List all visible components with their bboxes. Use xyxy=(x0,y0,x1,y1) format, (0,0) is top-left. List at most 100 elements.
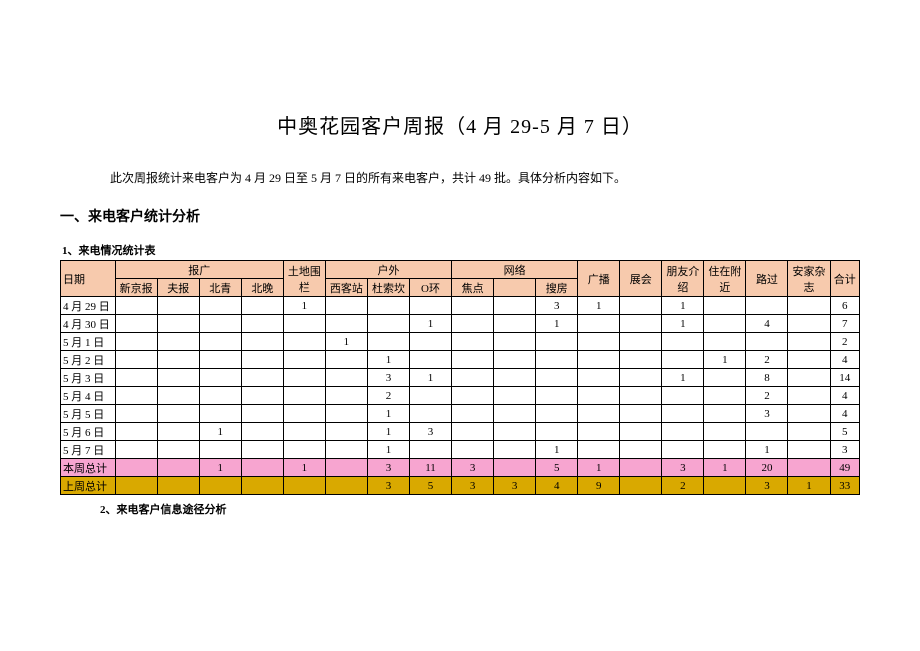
cell xyxy=(746,423,788,441)
cell xyxy=(157,423,199,441)
cell: 1 xyxy=(409,315,451,333)
cell: 1 xyxy=(662,315,704,333)
cell xyxy=(199,351,241,369)
cell: 1 xyxy=(746,441,788,459)
cell xyxy=(788,459,830,477)
cell xyxy=(241,351,283,369)
cell xyxy=(452,315,494,333)
cell: 4 xyxy=(746,315,788,333)
cell xyxy=(157,369,199,387)
cell: 8 xyxy=(746,369,788,387)
cell xyxy=(662,351,704,369)
cell xyxy=(115,387,157,405)
col-soufang: 搜房 xyxy=(536,279,578,297)
cell xyxy=(283,351,325,369)
cell: 33 xyxy=(830,477,859,495)
col-tudi: 土地围栏 xyxy=(283,261,325,297)
cell: 14 xyxy=(830,369,859,387)
cell xyxy=(325,387,367,405)
statistics-table: 日期 报广 土地围栏 户外 网络 广播 展会 朋友介绍 住在附近 路过 安家杂志… xyxy=(60,260,860,495)
cell xyxy=(494,441,536,459)
cell: 3 xyxy=(662,459,704,477)
table-row: 5 月 4 日224 xyxy=(61,387,860,405)
cell xyxy=(662,441,704,459)
cell: 1 xyxy=(199,459,241,477)
cell: 7 xyxy=(830,315,859,333)
cell xyxy=(409,351,451,369)
cell xyxy=(788,315,830,333)
cell xyxy=(452,369,494,387)
cell xyxy=(325,405,367,423)
cell xyxy=(409,441,451,459)
row-date: 上周总计 xyxy=(61,477,116,495)
sub-1-heading: 1、来电情况统计表 xyxy=(62,242,860,258)
cell xyxy=(283,333,325,351)
cell: 3 xyxy=(746,405,788,423)
cell: 1 xyxy=(367,351,409,369)
col-pengyou: 朋友介绍 xyxy=(662,261,704,297)
cell xyxy=(157,297,199,315)
cell: 1 xyxy=(578,459,620,477)
cell: 2 xyxy=(746,351,788,369)
cell: 1 xyxy=(536,315,578,333)
cell xyxy=(578,369,620,387)
cell xyxy=(620,477,662,495)
cell xyxy=(199,477,241,495)
cell xyxy=(704,441,746,459)
cell xyxy=(409,405,451,423)
intro-paragraph: 此次周报统计来电客户为 4 月 29 日至 5 月 7 日的所有来电客户，共计 … xyxy=(110,169,860,186)
cell xyxy=(536,423,578,441)
cell xyxy=(788,297,830,315)
col-date: 日期 xyxy=(61,261,116,297)
col-beiwan: 北晚 xyxy=(241,279,283,297)
cell xyxy=(704,333,746,351)
cell xyxy=(452,387,494,405)
cell xyxy=(157,387,199,405)
cell xyxy=(452,351,494,369)
cell xyxy=(283,477,325,495)
cell xyxy=(578,333,620,351)
cell xyxy=(115,423,157,441)
cell xyxy=(704,387,746,405)
section-1-heading: 一、来电客户统计分析 xyxy=(60,206,860,226)
cell xyxy=(704,369,746,387)
cell xyxy=(620,387,662,405)
cell: 1 xyxy=(704,459,746,477)
cell: 11 xyxy=(409,459,451,477)
cell xyxy=(283,369,325,387)
cell xyxy=(662,423,704,441)
cell xyxy=(325,297,367,315)
cell xyxy=(115,441,157,459)
cell xyxy=(536,369,578,387)
cell: 2 xyxy=(662,477,704,495)
cell xyxy=(788,387,830,405)
page-title: 中奥花园客户周报（4 月 29-5 月 7 日） xyxy=(60,110,860,139)
cell: 3 xyxy=(830,441,859,459)
cell xyxy=(241,315,283,333)
col-dusuokan: 杜索坎 xyxy=(367,279,409,297)
cell xyxy=(704,405,746,423)
cell xyxy=(157,477,199,495)
cell xyxy=(241,441,283,459)
cell xyxy=(283,423,325,441)
cell xyxy=(325,315,367,333)
cell xyxy=(494,405,536,423)
cell xyxy=(494,351,536,369)
cell xyxy=(578,387,620,405)
cell xyxy=(115,297,157,315)
cell xyxy=(115,405,157,423)
cell xyxy=(241,333,283,351)
table-row: 5 月 2 日1124 xyxy=(61,351,860,369)
cell: 4 xyxy=(830,387,859,405)
cell xyxy=(620,369,662,387)
cell xyxy=(367,315,409,333)
cell: 3 xyxy=(367,477,409,495)
cell xyxy=(536,333,578,351)
cell: 2 xyxy=(830,333,859,351)
cell xyxy=(199,405,241,423)
cell xyxy=(494,423,536,441)
cell xyxy=(157,405,199,423)
cell xyxy=(536,351,578,369)
cell xyxy=(746,297,788,315)
cell xyxy=(578,351,620,369)
